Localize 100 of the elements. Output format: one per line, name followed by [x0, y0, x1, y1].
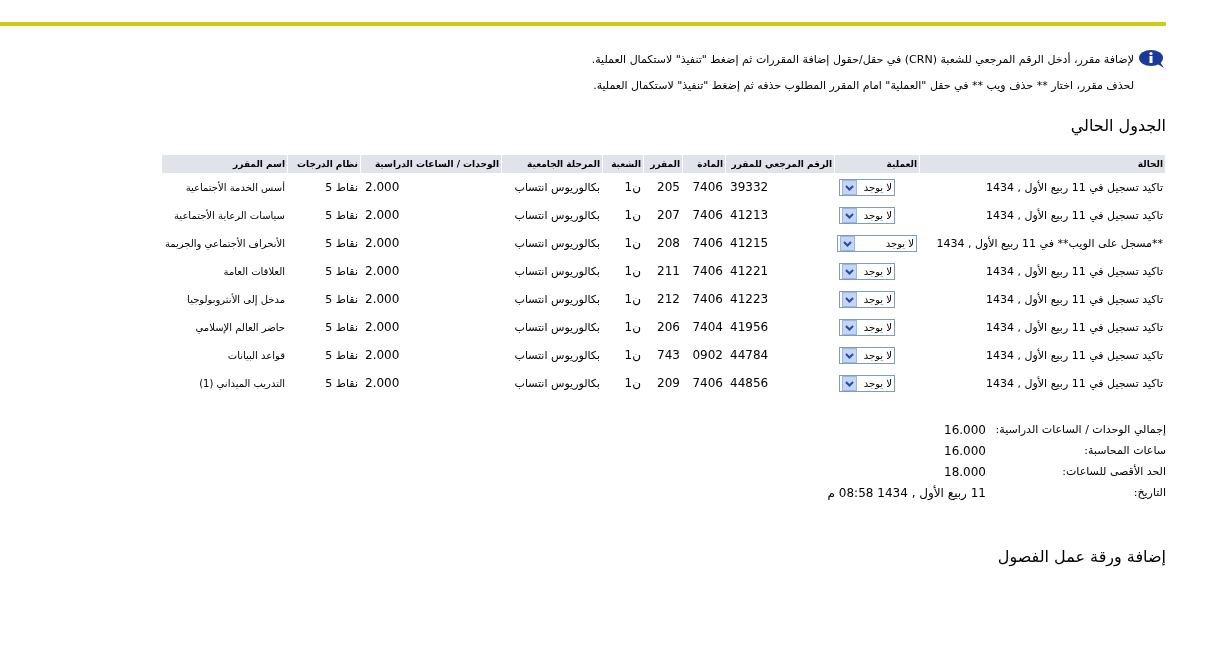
table-cell-text: ن1 [623, 319, 642, 336]
summary-label: إجمالي الوحدات / الساعات الدراسية: [994, 423, 1166, 436]
action-dropdown[interactable]: لا يوجد [839, 206, 895, 224]
table-cell-text: أسس الخدمة الأجتماعية [184, 180, 286, 195]
table-cell-text: نقاط 5 [324, 263, 359, 280]
table-cell-text: بكالوريوس انتساب [513, 179, 601, 196]
table-cell-text: 2.000 [364, 263, 401, 280]
table-cell-text: مدخل إلى الأنثروبولوجيا [186, 292, 286, 308]
action-dropdown[interactable]: لا يوجد [839, 290, 895, 308]
summary-value: 11 ربيع الأول , 1434 08:58 م [827, 485, 986, 500]
summary-label: الحد الأقصى للساعات: [1061, 465, 1166, 478]
table-cell-text: تاكيد تسجيل في 11 ربيع الأول , 1434 [985, 319, 1164, 336]
table-cell-text: تاكيد تسجيل في 11 ربيع الأول , 1434 [985, 347, 1164, 364]
table-cell-text: 41213 [729, 207, 770, 224]
action-dropdown[interactable]: لا يوجد [839, 318, 895, 336]
table-cell-text: قواعد البيانات [226, 348, 286, 363]
table-cell-text: 41956 [729, 319, 770, 336]
action-dropdown[interactable]: لا يوجد [839, 346, 895, 364]
caret-icon [842, 207, 857, 223]
table-cell-text: 7406 [691, 291, 724, 308]
column-header: الحالة [920, 155, 1165, 173]
table-cell-text: نقاط 5 [324, 235, 359, 252]
caret-icon [842, 263, 857, 279]
summary-value: 16.000 [944, 422, 986, 437]
column-header: الشعبة [603, 155, 643, 173]
caret-icon [842, 291, 857, 307]
table-cell-text: بكالوريوس انتساب [513, 263, 601, 280]
column-header: الرقم المرجعي للمقرر [726, 155, 834, 173]
action-dropdown[interactable]: لا يوجد [837, 234, 917, 252]
column-header: المقرر [644, 155, 682, 173]
table-cell-text: نقاط 5 [324, 319, 359, 336]
table-cell-text: 41215 [729, 235, 770, 252]
action-dropdown[interactable]: لا يوجد [839, 178, 895, 196]
column-header: الوحدات / الساعات الدراسية [361, 155, 501, 173]
table-cell-text: ن1 [623, 179, 642, 196]
table-cell-text: 2.000 [364, 235, 401, 252]
table-cell-text: تاكيد تسجيل في 11 ربيع الأول , 1434 [985, 263, 1164, 280]
table-cell-text: 2.000 [364, 347, 401, 364]
table-cell-text: حاضر العالم الإسلامي [194, 320, 286, 336]
table-cell-text: 41221 [729, 263, 770, 280]
table-cell-text: 7406 [691, 207, 724, 224]
caret-icon [842, 375, 857, 391]
table-cell-text: ن1 [623, 235, 642, 252]
table-cell-text: 44856 [729, 375, 770, 392]
table-cell-text: 2.000 [364, 375, 401, 392]
table-cell-text: بكالوريوس انتساب [513, 375, 601, 392]
caret-icon [842, 319, 857, 335]
table-cell-text: 209 [656, 375, 681, 392]
section-title: الجدول الحالي [1069, 116, 1166, 135]
table-cell-text: بكالوريوس انتساب [513, 347, 601, 364]
table-cell-text: 7406 [691, 263, 724, 280]
summary-value: 18.000 [944, 464, 986, 479]
table-cell-text: 2.000 [364, 207, 401, 224]
table-cell-text: 2.000 [364, 179, 401, 196]
table-cell-text: 212 [656, 291, 681, 308]
table-cell-text: 2.000 [364, 291, 401, 308]
column-header: اسم المقرر [162, 155, 287, 173]
table-cell-text: 2.000 [364, 319, 401, 336]
table-cell-text: 7406 [691, 235, 724, 252]
table-cell-text: **مسجل على الويب** في 11 ربيع الأول , 1434 [935, 235, 1164, 252]
table-cell-text: نقاط 5 [324, 207, 359, 224]
table-cell-text: 7406 [691, 179, 724, 196]
table-cell-text: 211 [656, 263, 681, 280]
table-cell-text: 0902 [691, 347, 724, 364]
caret-icon [842, 179, 857, 195]
table-cell-text: تاكيد تسجيل في 11 ربيع الأول , 1434 [985, 207, 1164, 224]
table-cell-text: ن1 [623, 347, 642, 364]
table-cell-text: 7404 [691, 319, 724, 336]
table-cell-text: 205 [656, 179, 681, 196]
column-header: العملية [835, 155, 919, 173]
table-cell-text: بكالوريوس انتساب [513, 319, 601, 336]
table-cell-text: 207 [656, 207, 681, 224]
table-cell-text: 44784 [729, 347, 770, 364]
table-cell-text: 743 [656, 347, 681, 364]
table-cell-text: 206 [656, 319, 681, 336]
table-cell-text: ن1 [623, 263, 642, 280]
table-cell-text: 39332 [729, 179, 770, 196]
table-cell-text: بكالوريوس انتساب [513, 235, 601, 252]
table-cell-text: العلاقات العامة [222, 264, 286, 279]
summary-value: 16.000 [944, 443, 986, 458]
table-cell-text: نقاط 5 [324, 291, 359, 308]
summary-label: ساعات المحاسبة: [1083, 444, 1166, 457]
summary-label: التاريخ: [1132, 486, 1166, 499]
column-header: نظام الدرجات [288, 155, 360, 173]
table-cell-text: تاكيد تسجيل في 11 ربيع الأول , 1434 [985, 179, 1164, 196]
table-cell-text: بكالوريوس انتساب [513, 207, 601, 224]
info-icon [1138, 49, 1166, 69]
table-cell-text: تاكيد تسجيل في 11 ربيع الأول , 1434 [985, 375, 1164, 392]
instruction-text: لحذف مقرر، اختار ** حذف ويب ** في حقل "العملية" امام المقرر المطلوب حذفه ثم إضغط "تنفيذ" لاستكمال العملية. [593, 78, 1134, 92]
table-cell-text: سياسات الرعاية الأجتماعية [173, 208, 286, 223]
table-cell-text: التدريب الميداني (1) [198, 376, 286, 392]
table-cell-text: 7406 [691, 375, 724, 392]
section-title: إضافة ورقة عمل الفصول [996, 547, 1166, 566]
action-dropdown[interactable]: لا يوجد [839, 262, 895, 280]
caret-icon [840, 235, 855, 251]
table-cell-text: ن1 [623, 375, 642, 392]
action-dropdown[interactable]: لا يوجد [839, 374, 895, 392]
table-cell-text: بكالوريوس انتساب [513, 291, 601, 308]
instruction-text: لإضافة مقرر، أدخل الرقم المرجعي للشعبة (CRN) في حقل/حقول إضافة المقررات ثم إضغط "تنفيذ" لاستكمال العملية. [591, 52, 1134, 66]
table-cell-text: 208 [656, 235, 681, 252]
